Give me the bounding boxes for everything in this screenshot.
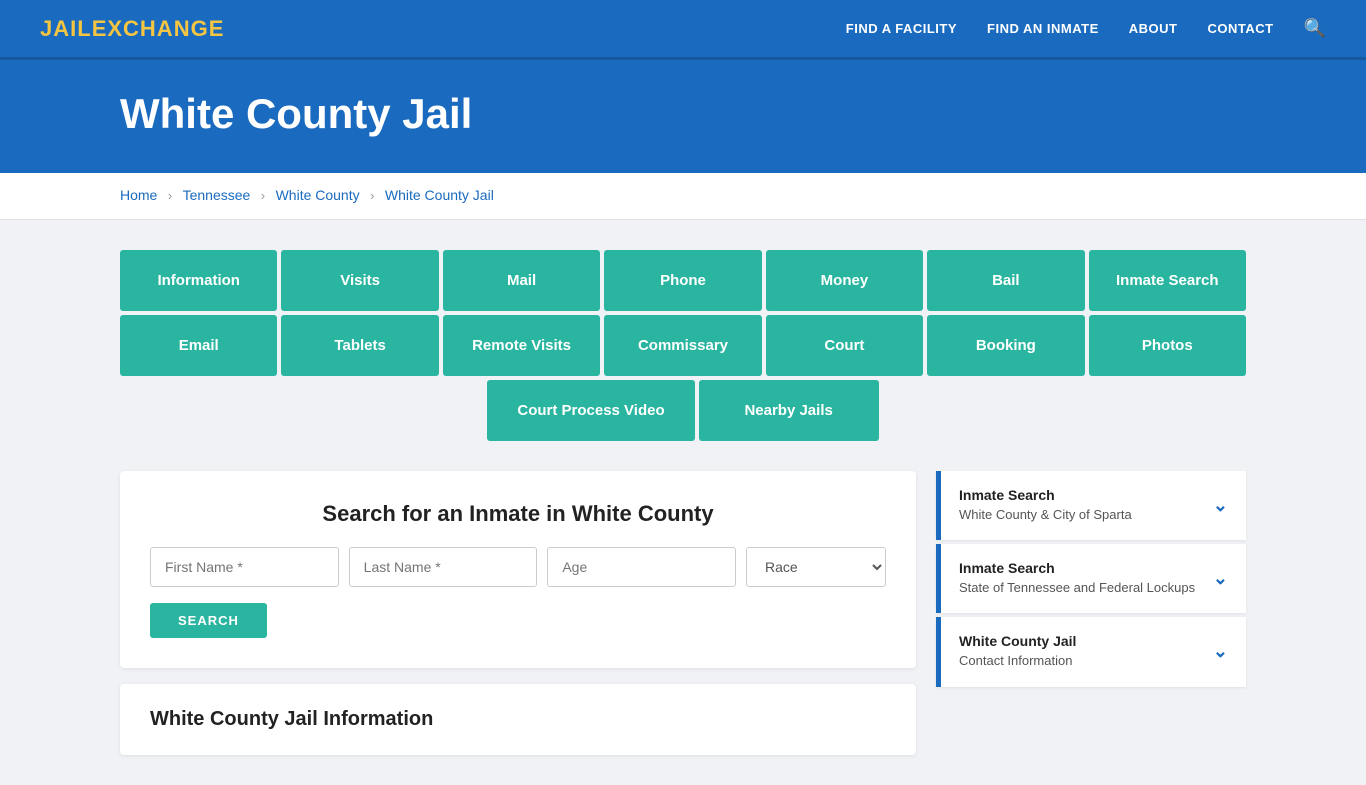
button-grid-row1: Information Visits Mail Phone Money Bail… <box>120 250 1246 311</box>
search-button[interactable]: SEARCH <box>150 603 267 638</box>
chevron-down-icon-2: ⌄ <box>1213 641 1228 662</box>
btn-court[interactable]: Court <box>766 315 923 376</box>
hero-banner: White County Jail <box>0 60 1366 173</box>
sidebar-card-contact-info[interactable]: White County Jail Contact Information ⌄ <box>936 617 1246 686</box>
sidebar-card-subtitle-0: White County & City of Sparta <box>959 506 1132 524</box>
breadcrumb-sep-2: › <box>261 188 265 203</box>
sidebar-card-title-0: Inmate Search <box>959 487 1132 503</box>
nav-links: FIND A FACILITY FIND AN INMATE ABOUT CON… <box>846 18 1326 39</box>
breadcrumb-tennessee[interactable]: Tennessee <box>183 187 251 203</box>
breadcrumb-current: White County Jail <box>385 187 494 203</box>
btn-remote-visits[interactable]: Remote Visits <box>443 315 600 376</box>
btn-email[interactable]: Email <box>120 315 277 376</box>
nav-about[interactable]: ABOUT <box>1129 21 1178 36</box>
last-name-input[interactable] <box>349 547 538 587</box>
nav-find-inmate[interactable]: FIND AN INMATE <box>987 21 1099 36</box>
sidebar-card-inmate-search-local[interactable]: Inmate Search White County & City of Spa… <box>936 471 1246 540</box>
search-form: RaceWhiteBlackHispanicAsianOther <box>150 547 886 587</box>
btn-bail[interactable]: Bail <box>927 250 1084 311</box>
btn-photos[interactable]: Photos <box>1089 315 1246 376</box>
main-content: Information Visits Mail Phone Money Bail… <box>0 220 1366 785</box>
btn-money[interactable]: Money <box>766 250 923 311</box>
chevron-down-icon-1: ⌄ <box>1213 568 1228 589</box>
logo-jail: JAIL <box>40 16 92 41</box>
breadcrumb-sep-1: › <box>168 188 172 203</box>
breadcrumb-home[interactable]: Home <box>120 187 157 203</box>
race-select[interactable]: RaceWhiteBlackHispanicAsianOther <box>746 547 886 587</box>
chevron-down-icon-0: ⌄ <box>1213 495 1228 516</box>
btn-tablets[interactable]: Tablets <box>281 315 438 376</box>
btn-inmate-search[interactable]: Inmate Search <box>1089 250 1246 311</box>
btn-commissary[interactable]: Commissary <box>604 315 761 376</box>
navbar: JAILEXCHANGE FIND A FACILITY FIND AN INM… <box>0 0 1366 60</box>
button-grid-row2: Email Tablets Remote Visits Commissary C… <box>120 315 1246 376</box>
jail-info-section: White County Jail Information <box>120 684 916 755</box>
sidebar-card-title-1: Inmate Search <box>959 560 1195 576</box>
breadcrumb: Home › Tennessee › White County › White … <box>0 173 1366 220</box>
btn-phone[interactable]: Phone <box>604 250 761 311</box>
breadcrumb-white-county[interactable]: White County <box>276 187 360 203</box>
age-input[interactable] <box>547 547 736 587</box>
sidebar-card-subtitle-1: State of Tennessee and Federal Lockups <box>959 579 1195 597</box>
sidebar-card-subtitle-2: Contact Information <box>959 652 1076 670</box>
nav-contact[interactable]: CONTACT <box>1207 21 1273 36</box>
sidebar-card-inmate-search-state[interactable]: Inmate Search State of Tennessee and Fed… <box>936 544 1246 613</box>
sidebar-card-title-2: White County Jail <box>959 633 1076 649</box>
btn-information[interactable]: Information <box>120 250 277 311</box>
logo-exchange: EXCHANGE <box>92 16 225 41</box>
logo[interactable]: JAILEXCHANGE <box>40 16 224 42</box>
btn-visits[interactable]: Visits <box>281 250 438 311</box>
breadcrumb-sep-3: › <box>370 188 374 203</box>
two-col-layout: Search for an Inmate in White County Rac… <box>120 471 1246 755</box>
btn-court-process-video[interactable]: Court Process Video <box>487 380 694 441</box>
search-panel-title: Search for an Inmate in White County <box>150 501 886 527</box>
page-title: White County Jail <box>120 90 1246 138</box>
btn-mail[interactable]: Mail <box>443 250 600 311</box>
btn-nearby-jails[interactable]: Nearby Jails <box>699 380 879 441</box>
inmate-search-panel: Search for an Inmate in White County Rac… <box>120 471 916 668</box>
nav-find-facility[interactable]: FIND A FACILITY <box>846 21 957 36</box>
jail-info-title: White County Jail Information <box>150 708 886 731</box>
search-icon[interactable]: 🔍 <box>1304 18 1326 39</box>
button-grid-row3: Court Process Video Nearby Jails <box>120 380 1246 441</box>
first-name-input[interactable] <box>150 547 339 587</box>
right-sidebar: Inmate Search White County & City of Spa… <box>936 471 1246 691</box>
btn-booking[interactable]: Booking <box>927 315 1084 376</box>
